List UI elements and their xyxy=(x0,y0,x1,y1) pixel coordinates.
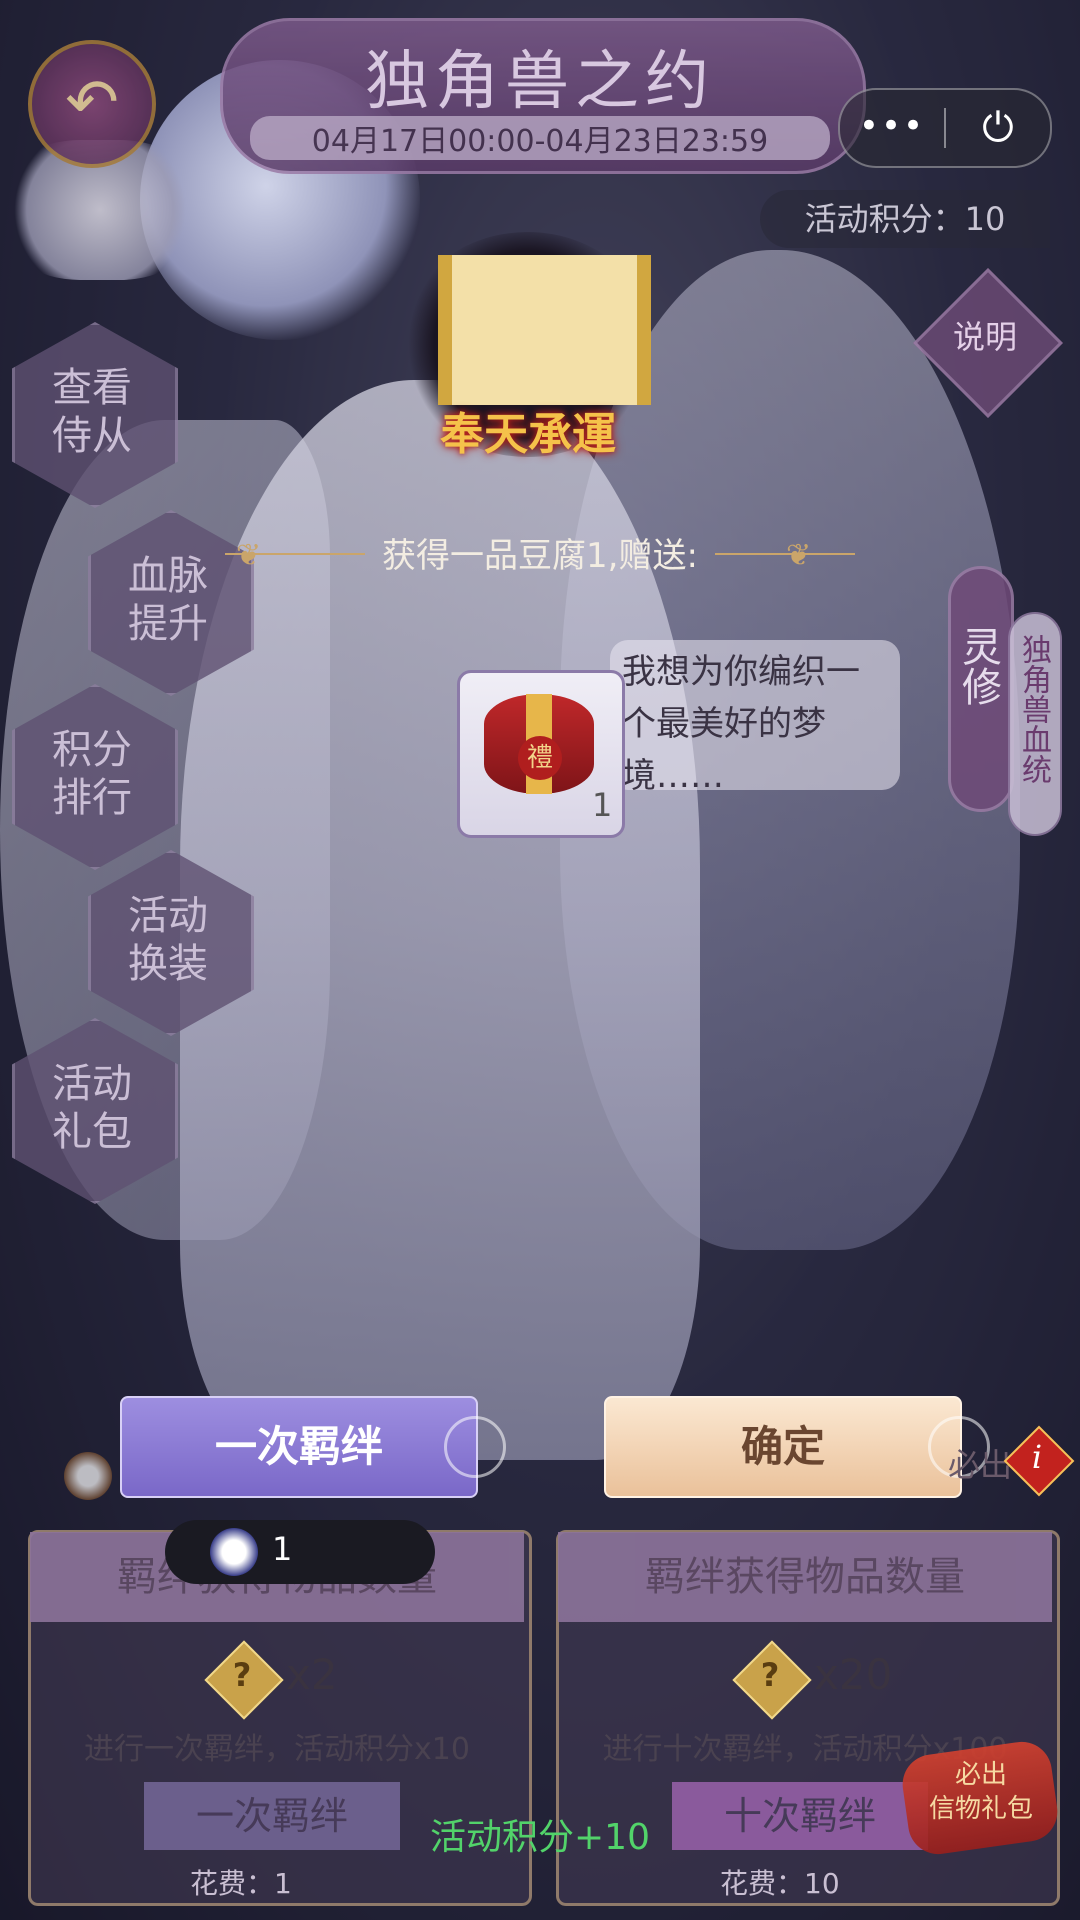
back-button[interactable]: ↶ xyxy=(28,40,156,168)
menu-label-line2: 侍从 xyxy=(52,413,132,459)
guaranteed-label: 必出 xyxy=(948,1446,1013,1484)
power-icon[interactable]: ⏻ xyxy=(946,90,1050,166)
menu-view-attendant-label: 查看 侍从 xyxy=(12,364,172,460)
unicorn-coin-icon xyxy=(210,1528,258,1576)
ornament-right-icon: ❦ xyxy=(786,538,812,573)
bond-once-button[interactable]: 一次羁绊 xyxy=(120,1396,478,1498)
single-bond-desc: 进行一次羁绊，活动积分x10 xyxy=(84,1732,470,1767)
mystery-item-mark: ? xyxy=(760,1656,780,1694)
mystery-item-mark: ? xyxy=(232,1656,252,1694)
reward-item-count: 1 xyxy=(592,786,613,824)
more-button[interactable]: ••• xyxy=(840,90,944,166)
page-title: 独角兽之约 xyxy=(365,45,715,119)
menu-event-outfit-label: 活动 换装 xyxy=(88,892,248,988)
lingxiu-label: 灵修 xyxy=(948,626,1008,718)
back-arrow-icon: ↶ xyxy=(65,66,119,140)
edict-scroll-title: 奉天承運 xyxy=(440,409,616,460)
token-balance xyxy=(165,1520,435,1584)
bloodline-label: 独角兽血统 xyxy=(1008,634,1058,793)
menu-label-line2: 换装 xyxy=(128,941,208,987)
score-gain-toast: 活动积分+10 xyxy=(430,1817,650,1858)
gift-badge-line1: 必出 xyxy=(954,1760,1007,1790)
menu-label-line1: 活动 xyxy=(52,1061,132,1107)
confirm-button[interactable]: 确定 xyxy=(604,1396,962,1498)
menu-label-line2: 排行 xyxy=(52,775,132,821)
reward-message: 获得一品豆腐1,赠送: xyxy=(382,536,698,576)
menu-label-line2: 礼包 xyxy=(52,1109,132,1155)
explain-label: 说明 xyxy=(952,318,1017,356)
gift-badge-line2: 信物礼包 xyxy=(928,1794,1033,1824)
button-ring-decoration xyxy=(444,1416,506,1478)
miniprogram-capsule: ••• ⏻ xyxy=(838,88,1052,168)
gift-box-seal: 禮 xyxy=(518,736,562,780)
menu-bloodline-upgrade-label: 血脉 提升 xyxy=(88,552,248,648)
ten-bond-multiplier: x20 xyxy=(814,1650,893,1699)
event-date-range: 04月17日00:00-04月23日23:59 xyxy=(250,116,830,160)
edict-scroll-paper xyxy=(438,255,651,405)
single-bond-cost: 花费：1 xyxy=(190,1867,292,1900)
ten-bond-panel-header: 羁绊获得物品数量 xyxy=(558,1532,1052,1622)
menu-label-line1: 查看 xyxy=(52,365,132,411)
speech-bubble: 我想为你编织一个最美好的梦境…… xyxy=(610,640,900,796)
lingxiu-text: 灵修 xyxy=(955,626,1001,706)
menu-label-line2: 提升 xyxy=(128,601,208,647)
menu-label-line1: 活动 xyxy=(128,893,208,939)
menu-event-gift-pack-label: 活动 礼包 xyxy=(12,1060,172,1156)
info-icon: i xyxy=(1031,1438,1043,1476)
ornament-left-icon: ❦ xyxy=(236,538,262,573)
single-bond-multiplier: x2 xyxy=(286,1650,338,1699)
token-count: 1 xyxy=(272,1530,293,1568)
bloodline-text: 独角兽血统 xyxy=(1016,634,1051,784)
menu-label-line1: 积分 xyxy=(52,727,132,773)
guaranteed-gift-label: 必出 信物礼包 xyxy=(918,1758,1044,1826)
menu-label-line1: 血脉 xyxy=(128,553,208,599)
unicorn-token-icon xyxy=(64,1452,112,1500)
ten-bond-cost: 花费：10 xyxy=(720,1867,840,1900)
menu-score-ranking-label: 积分 排行 xyxy=(12,726,172,822)
activity-score: 活动积分：10 xyxy=(760,190,1050,248)
